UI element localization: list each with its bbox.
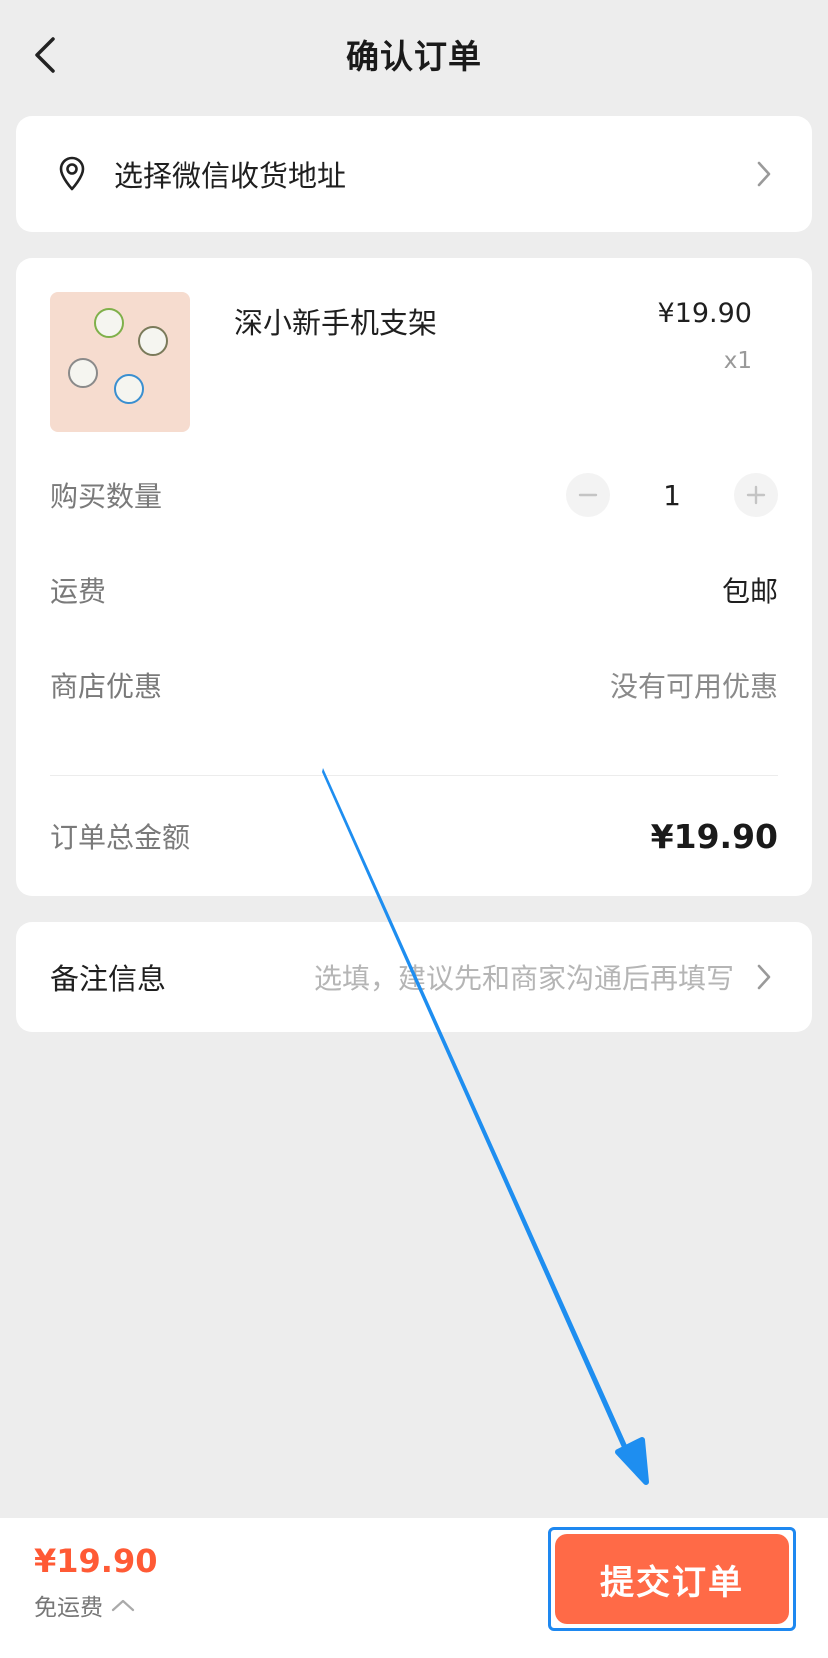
total-value: ¥19.90 <box>650 816 778 856</box>
address-selector[interactable]: 选择微信收货地址 <box>16 116 812 232</box>
chevron-up-icon <box>111 1596 137 1614</box>
quantity-label: 购买数量 <box>50 480 163 513</box>
product-name: 深小新手机支架 <box>234 306 438 340</box>
quantity-stepper: 1 <box>566 473 778 517</box>
chevron-right-icon <box>752 959 776 995</box>
plus-icon <box>746 485 766 505</box>
shipping-row: 运费 包邮 <box>50 560 778 620</box>
checkout-total-price: ¥19.90 <box>34 1542 158 1580</box>
remark-placeholder[interactable]: 选填，建议先和商家沟通后再填写 <box>166 957 734 997</box>
quantity-row: 购买数量 1 <box>50 465 778 525</box>
checkout-bar: ¥19.90 免运费 提交订单 <box>0 1518 828 1658</box>
increase-button[interactable] <box>734 473 778 517</box>
product-thumbnail <box>50 292 190 432</box>
submit-highlight: 提交订单 <box>548 1527 796 1631</box>
divider <box>50 775 778 776</box>
order-total-row: 订单总金额 ¥19.90 <box>50 806 778 866</box>
location-pin-icon <box>54 154 90 194</box>
price-detail-toggle[interactable]: 免运费 <box>34 1588 137 1622</box>
product-quantity: x1 <box>723 348 752 374</box>
product-item: 深小新手机支架 ¥19.90 x1 <box>50 292 812 432</box>
order-summary-card: 深小新手机支架 ¥19.90 x1 购买数量 1 运费 包邮 商店优惠 没有可用… <box>16 258 812 896</box>
remark-label: 备注信息 <box>50 962 167 996</box>
chevron-right-icon <box>752 156 776 192</box>
discount-label: 商店优惠 <box>50 670 163 703</box>
total-label: 订单总金额 <box>50 821 191 854</box>
back-button[interactable] <box>26 30 66 80</box>
product-price: ¥19.90 <box>657 298 752 329</box>
shipping-value: 包邮 <box>721 575 778 608</box>
submit-order-button[interactable]: 提交订单 <box>555 1534 789 1624</box>
shipping-label: 运费 <box>50 575 107 608</box>
discount-row[interactable]: 商店优惠 没有可用优惠 <box>50 655 778 715</box>
decrease-button[interactable] <box>566 473 610 517</box>
remark-field[interactable]: 备注信息 选填，建议先和商家沟通后再填写 <box>16 922 812 1032</box>
navigation-bar: 确认订单 <box>0 0 828 108</box>
quantity-value[interactable]: 1 <box>610 479 734 512</box>
back-arrow-icon <box>35 37 55 73</box>
discount-value: 没有可用优惠 <box>609 670 778 703</box>
shipping-note: 免运费 <box>34 1595 103 1621</box>
address-label: 选择微信收货地址 <box>114 159 347 193</box>
page-title: 确认订单 <box>346 37 482 76</box>
minus-icon <box>578 493 598 497</box>
